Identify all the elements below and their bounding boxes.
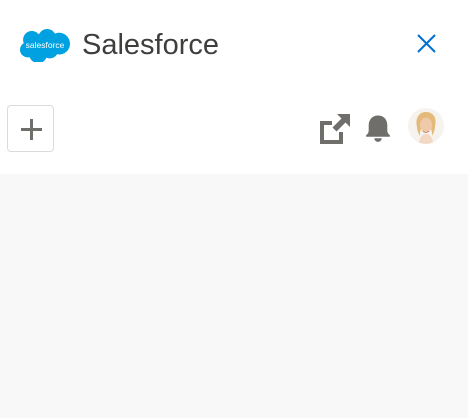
add-button[interactable] xyxy=(7,105,54,152)
close-button[interactable] xyxy=(410,28,442,60)
bell-icon xyxy=(365,115,391,142)
close-icon xyxy=(417,34,436,53)
svg-text:salesforce: salesforce xyxy=(26,40,65,50)
toolbar xyxy=(0,90,468,174)
salesforce-panel: salesforce Salesforce xyxy=(0,0,468,418)
panel-header: salesforce Salesforce xyxy=(0,0,468,90)
plus-icon xyxy=(21,119,42,140)
salesforce-logo: salesforce xyxy=(20,29,70,62)
external-link-icon xyxy=(320,114,350,144)
user-avatar[interactable] xyxy=(408,108,444,144)
content-area xyxy=(0,174,468,418)
avatar-image xyxy=(408,108,444,144)
notifications-button[interactable] xyxy=(362,113,394,145)
panel-title: Salesforce xyxy=(82,29,220,61)
popout-button[interactable] xyxy=(317,111,353,147)
